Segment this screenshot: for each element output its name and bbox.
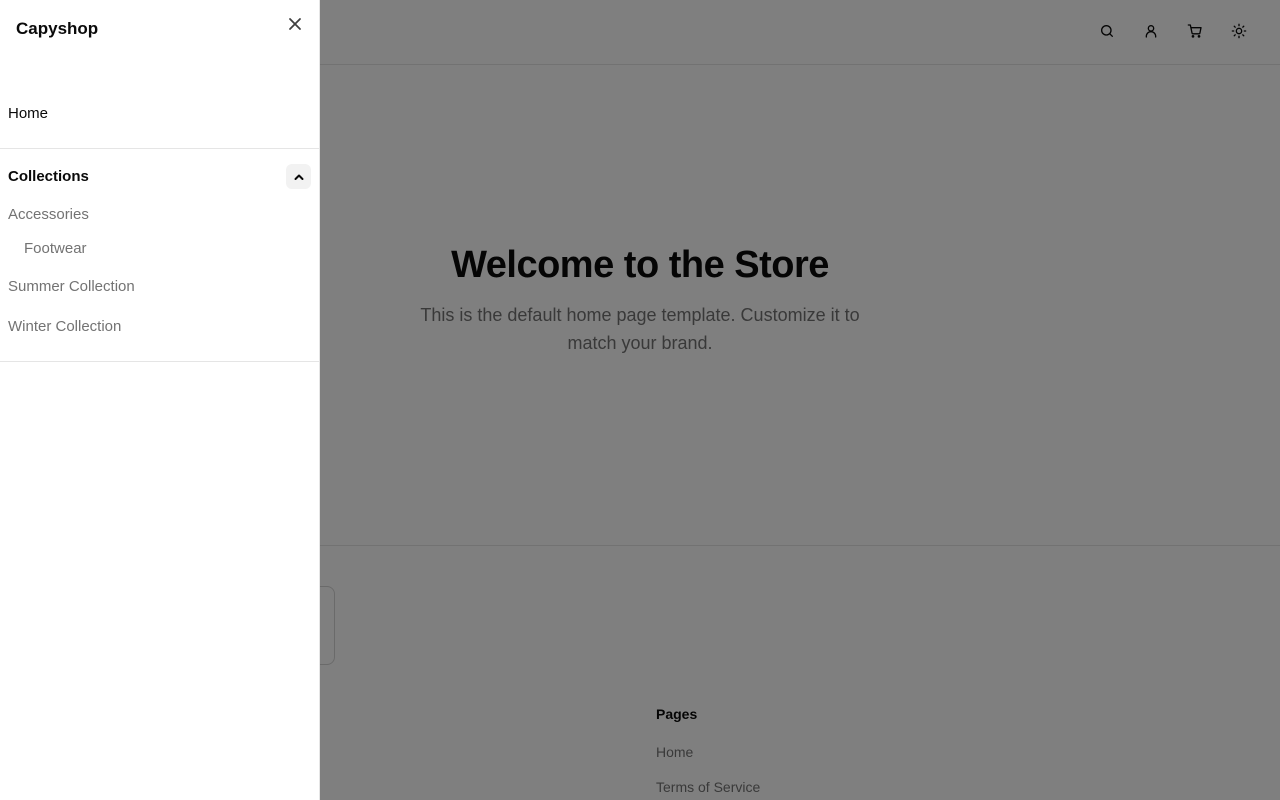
close-icon [289, 18, 301, 30]
chevron-up-icon [294, 174, 303, 180]
collection-link-accessories[interactable]: Accessories [8, 206, 89, 223]
drawer-divider [0, 361, 319, 362]
collection-link-winter[interactable]: Winter Collection [8, 318, 121, 335]
drawer-item-home[interactable]: Home [8, 105, 48, 122]
drawer-item-collections[interactable]: Collections [8, 168, 89, 185]
drawer-divider [0, 148, 319, 149]
drawer-title: Capyshop [16, 19, 99, 38]
collections-collapse-button[interactable] [286, 164, 311, 189]
close-button[interactable] [284, 13, 306, 35]
collection-link-summer[interactable]: Summer Collection [8, 278, 135, 295]
collection-link-footwear[interactable]: Footwear [24, 240, 87, 257]
nav-drawer: Capyshop Home Collections Accessories Fo… [0, 0, 320, 800]
